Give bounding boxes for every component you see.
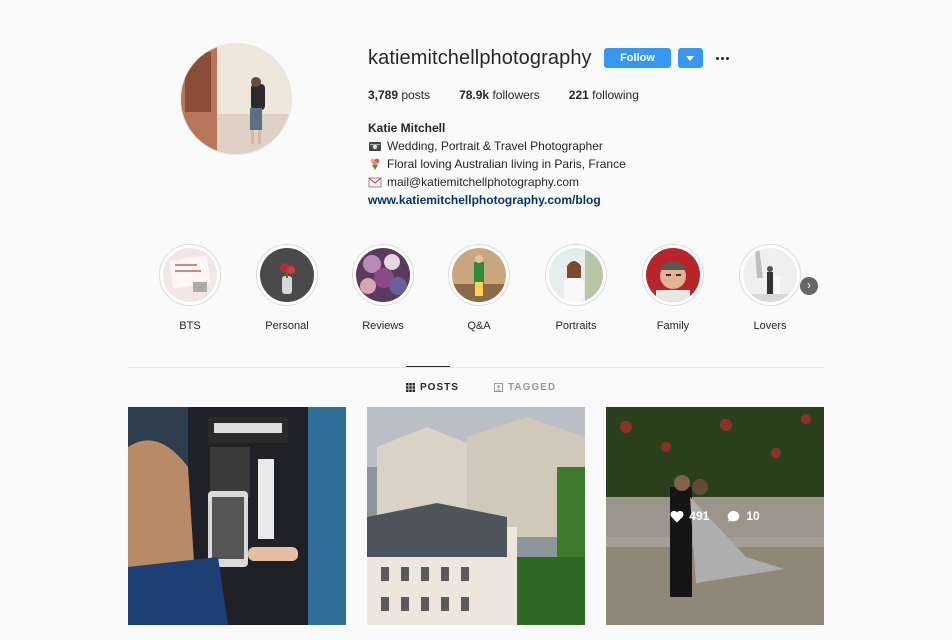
bio-line: mail@katiemitchellphotography.com [368, 173, 626, 191]
post-comments: 10 [727, 509, 760, 523]
followers-count[interactable]: 78.9k followers [459, 88, 540, 102]
profile-username: katiemitchellphotography [368, 47, 592, 69]
highlight-label: Personal [265, 320, 309, 332]
camera-icon [369, 142, 381, 151]
bio-line: Floral loving Australian living in Paris… [368, 155, 626, 173]
highlight-bts[interactable]: BTS [157, 244, 223, 332]
tab-tagged[interactable]: TAGGED [494, 382, 556, 393]
profile-stats: 3,789 posts 78.9k followers 221 followin… [368, 88, 668, 102]
follow-button[interactable]: Follow [604, 48, 671, 68]
highlight-thumbnail [159, 244, 221, 306]
highlight-label: Family [656, 320, 690, 332]
highlight-personal[interactable]: Personal [254, 244, 320, 332]
highlight-reviews[interactable]: Reviews [350, 244, 416, 332]
bio-line: Wedding, Portrait & Travel Photographer [368, 137, 626, 155]
tab-posts[interactable]: POSTS [406, 382, 459, 393]
post-thumbnail[interactable]: 491 10 [606, 407, 824, 625]
envelope-icon [368, 177, 382, 188]
profile-full-name: Katie Mitchell [368, 121, 446, 135]
suggestions-dropdown-button[interactable] [678, 48, 703, 68]
post-thumbnail[interactable] [367, 407, 585, 625]
highlight-thumbnail [448, 244, 510, 306]
grid-icon [406, 383, 415, 392]
heart-icon [670, 510, 684, 522]
highlight-portraits[interactable]: Portraits [543, 244, 609, 332]
highlight-label: Q&A [467, 320, 491, 332]
more-options-icon[interactable] [712, 48, 732, 68]
profile-bio: Katie Mitchell Wedding, Portrait & Trave… [368, 119, 626, 209]
following-count[interactable]: 221 following [569, 88, 639, 102]
highlight-label: Lovers [753, 320, 787, 332]
highlight-thumbnail [352, 244, 414, 306]
highlight-label: BTS [179, 320, 201, 332]
tabs-divider [128, 367, 824, 368]
posts-count: 3,789 posts [368, 88, 431, 102]
highlight-label: Reviews [362, 320, 404, 332]
chevron-right-icon[interactable]: › [800, 277, 818, 295]
highlight-qa[interactable]: Q&A [446, 244, 512, 332]
highlight-thumbnail [642, 244, 704, 306]
post-thumbnail[interactable] [128, 407, 346, 625]
highlight-thumbnail [739, 244, 801, 306]
post-hover-overlay: 491 10 [606, 407, 824, 625]
comment-icon [728, 510, 740, 522]
profile-avatar[interactable] [180, 43, 292, 155]
active-tab-indicator [406, 366, 450, 367]
profile-website-link[interactable]: www.katiemitchellphotography.com/blog [368, 191, 626, 209]
highlight-thumbnail [256, 244, 318, 306]
highlight-label: Portraits [555, 320, 597, 332]
bouquet-icon [370, 158, 380, 170]
post-likes: 491 [670, 509, 709, 523]
highlight-family[interactable]: Family [640, 244, 706, 332]
highlight-thumbnail [545, 244, 607, 306]
tagged-icon [494, 383, 503, 392]
highlight-lovers[interactable]: Lovers [737, 244, 803, 332]
